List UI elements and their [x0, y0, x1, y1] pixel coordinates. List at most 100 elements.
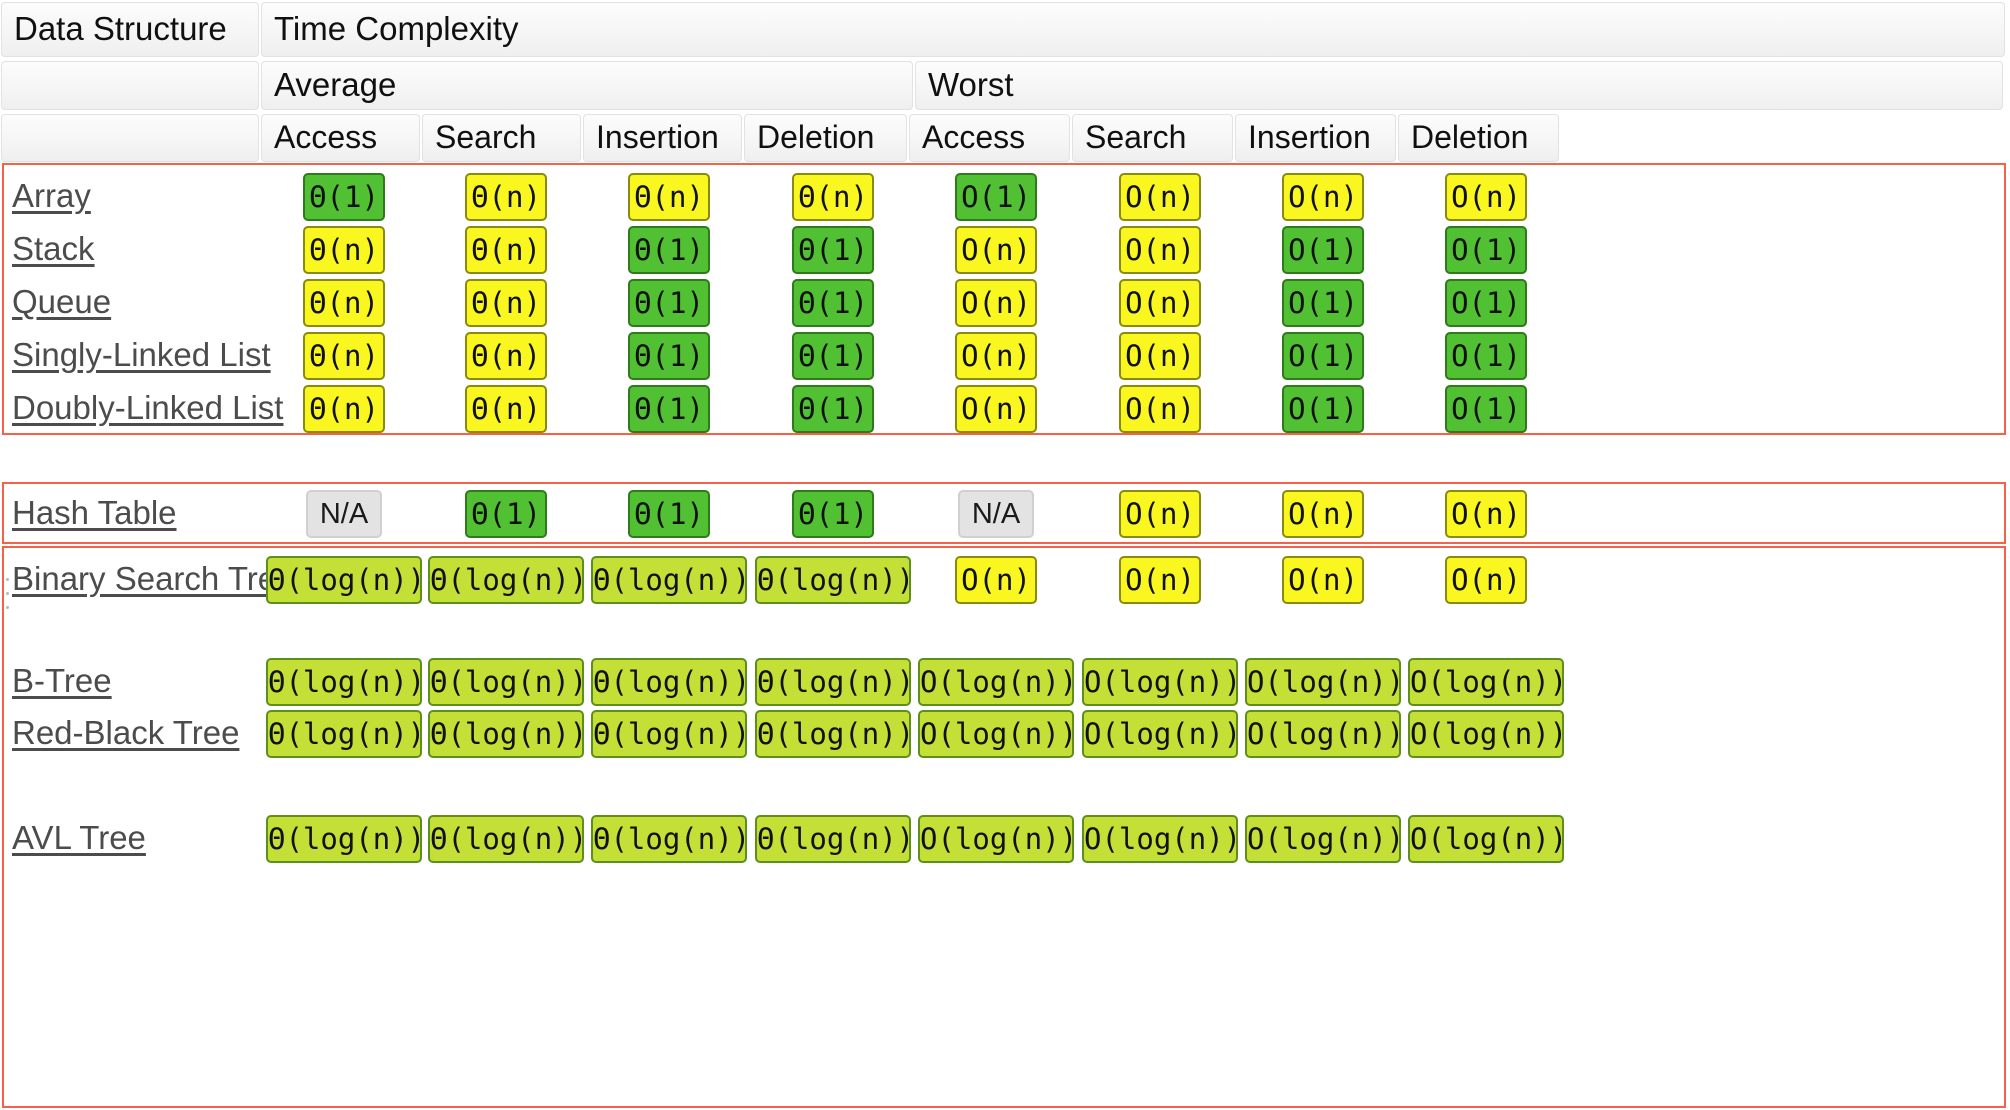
row-label-link[interactable]: Doubly-Linked List	[12, 389, 283, 427]
complexity-badge: Θ(n)	[303, 385, 385, 433]
header-average-insertion: Insertion	[583, 114, 742, 162]
complexity-badge: O(1)	[955, 173, 1037, 221]
header-row-operations: Access Search Insertion Deletion Access …	[0, 112, 2010, 164]
complexity-badge: O(n)	[1445, 490, 1527, 538]
complexity-badge: O(n)	[955, 332, 1037, 380]
complexity-badge: O(1)	[1445, 385, 1527, 433]
highlight-group-2: Hash Table N/A Θ(1) Θ(1) Θ(1) N/A O(n) O(n) O(n)	[2, 482, 2006, 544]
complexity-badge: O(1)	[1282, 332, 1364, 380]
complexity-badge: O(n)	[1119, 556, 1201, 604]
complexity-badge: O(1)	[1445, 226, 1527, 274]
complexity-badge: Θ(1)	[792, 226, 874, 274]
complexity-badge: O(n)	[1119, 332, 1201, 380]
row-label-link[interactable]: B-Tree	[12, 662, 112, 700]
complexity-badge: O(log(n))	[918, 658, 1074, 706]
complexity-badge: Θ(log(n))	[591, 815, 747, 863]
complexity-badge: Θ(1)	[303, 173, 385, 221]
complexity-badge: Θ(log(n))	[591, 658, 747, 706]
complexity-badge: Θ(n)	[792, 173, 874, 221]
row-label-link[interactable]: Array	[12, 177, 91, 215]
complexity-badge: O(n)	[1282, 556, 1364, 604]
complexity-badge: Θ(n)	[465, 332, 547, 380]
complexity-badge: O(n)	[1119, 279, 1201, 327]
complexity-badge: Θ(log(n))	[428, 556, 584, 604]
header-worst-insertion: Insertion	[1235, 114, 1396, 162]
complexity-badge: O(n)	[955, 385, 1037, 433]
row-label-link[interactable]: Queue	[12, 283, 111, 321]
complexity-badge: O(n)	[1119, 173, 1201, 221]
header-average: Average	[261, 61, 913, 110]
complexity-badge: N/A	[958, 490, 1034, 538]
complexity-badge: O(log(n))	[1245, 710, 1401, 758]
header-average-deletion: Deletion	[744, 114, 907, 162]
complexity-badge: Θ(n)	[628, 173, 710, 221]
complexity-badge: Θ(log(n))	[755, 710, 911, 758]
complexity-badge: Θ(log(n))	[591, 556, 747, 604]
complexity-badge: Θ(n)	[465, 385, 547, 433]
header-average-search: Search	[422, 114, 581, 162]
complexity-badge: Θ(log(n))	[428, 658, 584, 706]
complexity-badge: O(n)	[1282, 173, 1364, 221]
complexity-badge: O(log(n))	[1245, 658, 1401, 706]
complexity-badge: O(1)	[1282, 226, 1364, 274]
header-data-structure: Data Structure	[1, 2, 259, 57]
complexity-badge: Θ(log(n))	[266, 658, 422, 706]
complexity-badge: Θ(n)	[303, 332, 385, 380]
complexity-badge: Θ(log(n))	[755, 658, 911, 706]
complexity-badge: Θ(1)	[628, 332, 710, 380]
complexity-badge: O(n)	[1445, 173, 1527, 221]
complexity-badge: O(log(n))	[1082, 710, 1238, 758]
complexity-badge: Θ(log(n))	[266, 710, 422, 758]
complexity-badge: O(n)	[1119, 226, 1201, 274]
header-worst-search: Search	[1072, 114, 1233, 162]
header-worst: Worst	[915, 61, 2003, 110]
complexity-badge: N/A	[306, 490, 382, 538]
highlight-group-3: Binary Search Tree Θ(log(n)) Θ(log(n)) Θ(lo…	[2, 546, 2006, 1108]
complexity-badge: Θ(log(n))	[591, 710, 747, 758]
complexity-badge: O(1)	[1445, 279, 1527, 327]
complexity-table-page: Data Structure Time Complexity Average W…	[0, 0, 2010, 1110]
complexity-badge: Θ(n)	[465, 279, 547, 327]
complexity-badge: O(n)	[1445, 556, 1527, 604]
header-worst-deletion: Deletion	[1398, 114, 1559, 162]
complexity-badge: Θ(n)	[465, 226, 547, 274]
complexity-badge: Θ(1)	[628, 385, 710, 433]
complexity-badge: Θ(log(n))	[266, 556, 422, 604]
complexity-badge: O(n)	[955, 226, 1037, 274]
row-label-link[interactable]: Red-Black Tree	[12, 714, 239, 752]
complexity-badge: O(log(n))	[1408, 658, 1564, 706]
complexity-badge: Θ(log(n))	[755, 815, 911, 863]
complexity-badge: Θ(n)	[303, 226, 385, 274]
group-gap-dots-upper	[6, 578, 12, 620]
complexity-badge: Θ(1)	[628, 279, 710, 327]
header-spacer-operations	[1, 114, 259, 162]
row-label-link[interactable]: Stack	[12, 230, 95, 268]
complexity-badge: Θ(log(n))	[428, 815, 584, 863]
complexity-badge: O(log(n))	[1245, 815, 1401, 863]
complexity-badge: Θ(n)	[303, 279, 385, 327]
complexity-badge: Θ(1)	[465, 490, 547, 538]
row-label-link[interactable]: AVL Tree	[12, 819, 146, 857]
complexity-badge: Θ(log(n))	[755, 556, 911, 604]
complexity-badge: Θ(1)	[792, 279, 874, 327]
row-label-link[interactable]: Singly-Linked List	[12, 336, 271, 374]
complexity-badge: O(log(n))	[918, 710, 1074, 758]
row-label-link[interactable]: Binary Search Tree	[12, 560, 294, 598]
complexity-badge: O(n)	[1119, 385, 1201, 433]
complexity-badge: Θ(log(n))	[266, 815, 422, 863]
complexity-badge: O(log(n))	[1082, 815, 1238, 863]
header-spacer-scenario	[1, 61, 259, 110]
header-worst-access: Access	[909, 114, 1070, 162]
highlight-group-1: Array Θ(1) Θ(n) Θ(n) Θ(n) O(1) O(n) O(n) O(n) Sta…	[2, 163, 2006, 435]
complexity-badge: Θ(1)	[792, 332, 874, 380]
complexity-badge: Θ(1)	[792, 385, 874, 433]
complexity-badge: O(n)	[1282, 490, 1364, 538]
complexity-badge: Θ(1)	[792, 490, 874, 538]
header-average-access: Access	[261, 114, 420, 162]
complexity-badge: O(n)	[1119, 490, 1201, 538]
complexity-badge: Θ(1)	[628, 490, 710, 538]
header-row-scenario: Average Worst	[0, 59, 2010, 112]
complexity-badge: Θ(1)	[628, 226, 710, 274]
row-label-link[interactable]: Hash Table	[12, 494, 177, 532]
complexity-badge: O(n)	[955, 279, 1037, 327]
